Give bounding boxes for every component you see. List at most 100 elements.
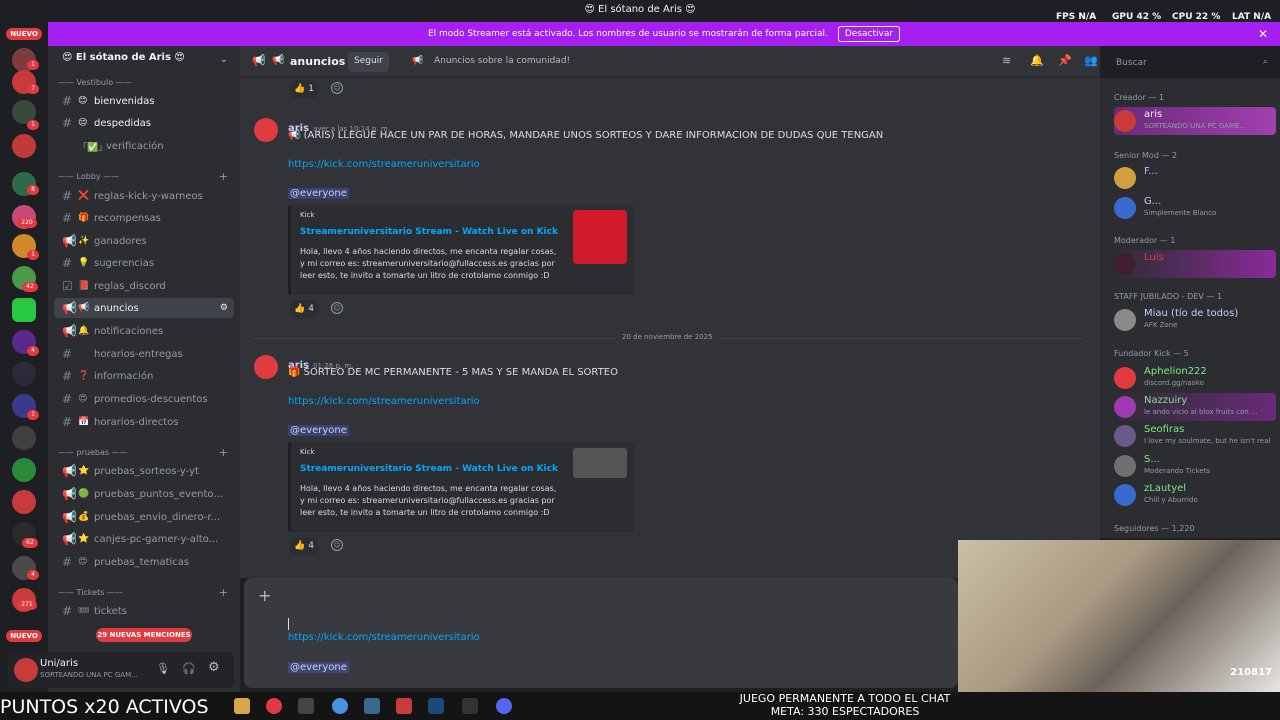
- threads-icon[interactable]: ≋: [1002, 54, 1011, 67]
- channel-sugerencias[interactable]: # 💡 sugerencias: [54, 253, 234, 273]
- avatar[interactable]: [254, 118, 278, 142]
- member-item[interactable]: G... Simplemente Blanco: [1114, 194, 1276, 222]
- avatar[interactable]: [254, 355, 278, 379]
- steam-icon[interactable]: [428, 698, 444, 714]
- date-divider-label: 20 de noviembre de 2025: [616, 333, 719, 341]
- search-input[interactable]: Buscar ⌕: [1110, 52, 1274, 74]
- add-reaction-icon[interactable]: ☺: [331, 539, 343, 551]
- opera-icon[interactable]: [266, 698, 282, 714]
- message-composer[interactable]: + https://kick.com/streameruniversitario…: [244, 578, 958, 688]
- category-tickets[interactable]: —— Tickets —— +: [58, 586, 234, 599]
- everyone-mention[interactable]: @everyone: [288, 188, 349, 199]
- category-lobby[interactable]: —— Lobby —— +: [58, 170, 234, 183]
- channel-pruebas-sorteos[interactable]: 📢 ⭐ pruebas_sorteos-y-yt: [54, 461, 234, 481]
- channel-horarios-entregas[interactable]: # horarios-entregas: [54, 344, 234, 364]
- gpu-stat: GPU 42 %: [1112, 12, 1162, 22]
- member-group-header: Seguidores — 1,220: [1114, 524, 1195, 533]
- app-icon[interactable]: [364, 698, 380, 714]
- deactivate-button[interactable]: Desactivar: [837, 26, 901, 42]
- channel-informacion[interactable]: # ❓ información: [54, 366, 234, 386]
- channel-reglas-discord[interactable]: ☑ 📕 reglas_discord: [54, 276, 234, 296]
- add-attachment-icon[interactable]: +: [258, 586, 271, 605]
- channel-ganadores[interactable]: 📢 ✨ ganadores: [54, 231, 234, 251]
- server-icon[interactable]: [12, 362, 36, 386]
- composer-mention[interactable]: @everyone: [288, 662, 349, 673]
- pin-icon[interactable]: 📌: [1058, 54, 1072, 67]
- member-item[interactable]: Luis: [1114, 250, 1276, 278]
- channel-pruebas-puntos[interactable]: 📢 🟢 pruebas_puntos_evento...: [54, 484, 234, 504]
- composer-link[interactable]: https://kick.com/streameruniversitario: [288, 632, 480, 643]
- member-item[interactable]: zLautyel Chill y Aburrido: [1114, 481, 1276, 509]
- embed-title[interactable]: Streameruniversitario Stream - Watch Liv…: [300, 227, 558, 237]
- message-link[interactable]: https://kick.com/streameruniversitario: [288, 159, 480, 170]
- epic-icon[interactable]: [462, 698, 478, 714]
- app-icon[interactable]: [396, 698, 412, 714]
- member-item[interactable]: Seofiras I love my soulmate, but he isn't…: [1114, 422, 1276, 450]
- member-item[interactable]: Miau (tío de todos) AFK Zone: [1114, 306, 1276, 334]
- new-badge[interactable]: NUEVO: [6, 630, 42, 642]
- member-item[interactable]: F...: [1114, 164, 1276, 192]
- microphone-icon[interactable]: 🎙: [156, 662, 170, 675]
- new-mentions-badge[interactable]: 29 NUEVAS MENCIONES: [96, 628, 192, 642]
- discord-icon[interactable]: [496, 698, 512, 714]
- channel-tickets[interactable]: # 🎟 tickets: [54, 601, 234, 621]
- embed-title[interactable]: Streameruniversitario Stream - Watch Liv…: [300, 464, 558, 474]
- category-pruebas[interactable]: —— pruebas —— +: [58, 446, 234, 459]
- channel-verificacion[interactable]: 「✅」 verificación: [54, 136, 234, 156]
- avatar[interactable]: [14, 658, 38, 682]
- channel-recompensas[interactable]: # 🎁 recompensas: [54, 208, 234, 228]
- embed-description: Hola, llevo 4 años haciendo directos, me…: [300, 484, 557, 517]
- channel-promedios[interactable]: # 😍 promedios-descuentos: [54, 389, 234, 409]
- unread-badge: 1: [27, 410, 39, 420]
- settings-icon[interactable]: ⚙: [208, 660, 220, 675]
- channel-notificaciones[interactable]: 📢 🔔 notificaciones: [54, 321, 234, 341]
- member-item[interactable]: S... Moderando Tickets: [1114, 452, 1276, 480]
- follow-button[interactable]: Seguir: [348, 52, 389, 72]
- channel-pruebas-envio[interactable]: 📢 💰 pruebas_envio_dinero-r...: [54, 507, 234, 527]
- chrome-icon[interactable]: [332, 698, 348, 714]
- chevron-down-icon[interactable]: ⌄: [220, 54, 228, 65]
- headphones-icon[interactable]: 🎧: [182, 662, 196, 675]
- channel-anuncios[interactable]: 📢 📢 anuncios ⚙: [54, 298, 234, 318]
- member-item[interactable]: Nazzuiry le ando vicio al blox fruits con…: [1114, 393, 1276, 421]
- new-badge[interactable]: NUEVO: [6, 28, 42, 40]
- server-icon[interactable]: [12, 490, 36, 514]
- kick-server-icon[interactable]: [12, 298, 36, 322]
- channel-topic[interactable]: Anuncios sobre la comunidad!: [434, 56, 570, 66]
- channel-despedidas[interactable]: # 😔 despedidas: [54, 113, 234, 133]
- channel-bienvenidas[interactable]: # 😊 bienvenidas: [54, 91, 234, 111]
- channel-reglas-kick[interactable]: # ❌ reglas-kick-y-warneos: [54, 186, 234, 206]
- add-reaction-icon[interactable]: ☺: [331, 302, 343, 314]
- server-icon[interactable]: [12, 458, 36, 482]
- webcam-overlay: 210817: [958, 540, 1280, 692]
- file-explorer-icon[interactable]: [234, 698, 250, 714]
- channel-pruebas-tematicas[interactable]: # 😍 pruebas_tematicas: [54, 552, 234, 572]
- everyone-mention[interactable]: @everyone: [288, 425, 349, 436]
- gear-icon[interactable]: ⚙: [220, 303, 228, 313]
- server-icon[interactable]: [12, 426, 36, 450]
- reaction-thumbs-up[interactable]: 👍 4: [290, 537, 318, 555]
- reaction-thumbs-up[interactable]: 👍 1: [290, 80, 318, 98]
- members-icon[interactable]: 👥: [1084, 54, 1098, 67]
- member-item[interactable]: Aphelion222 discord.gg/naoko: [1114, 364, 1276, 392]
- category-vestibulo[interactable]: —— Vestibulo ——: [58, 78, 234, 87]
- add-reaction-icon[interactable]: ☺: [331, 82, 343, 94]
- server-icon[interactable]: [12, 134, 36, 158]
- add-channel-icon: +: [218, 446, 228, 459]
- member-item[interactable]: aris SORTEANDO UNA PC GAME...: [1114, 107, 1276, 135]
- embed-provider: Kick: [300, 448, 315, 456]
- server-name[interactable]: 😍 El sótano de Aris 😍: [48, 52, 240, 72]
- bell-icon[interactable]: 🔔: [1030, 54, 1044, 67]
- embed-thumbnail[interactable]: [573, 210, 627, 264]
- goal-overlay-text: JUEGO PERMANENTE A TODO EL CHAT META: 330…: [739, 692, 951, 718]
- channel-horarios-directos[interactable]: # 📅 horarios-directos: [54, 412, 234, 432]
- message-text: 📢 (ARIS) LLEGUE HACE UN PAR DE HORAS, MA…: [288, 130, 884, 141]
- message-link[interactable]: https://kick.com/streameruniversitario: [288, 396, 480, 407]
- unread-badge: 42: [22, 282, 38, 292]
- embed-thumbnail[interactable]: [573, 448, 627, 478]
- app-icon[interactable]: [298, 698, 314, 714]
- close-icon[interactable]: ✕: [1258, 27, 1268, 41]
- member-group-header: Creador — 1: [1114, 93, 1164, 102]
- channel-canjes[interactable]: 📢 ⭐ canjes-pc-gamer-y-alto...: [54, 529, 234, 549]
- reaction-thumbs-up[interactable]: 👍 4: [290, 300, 318, 318]
